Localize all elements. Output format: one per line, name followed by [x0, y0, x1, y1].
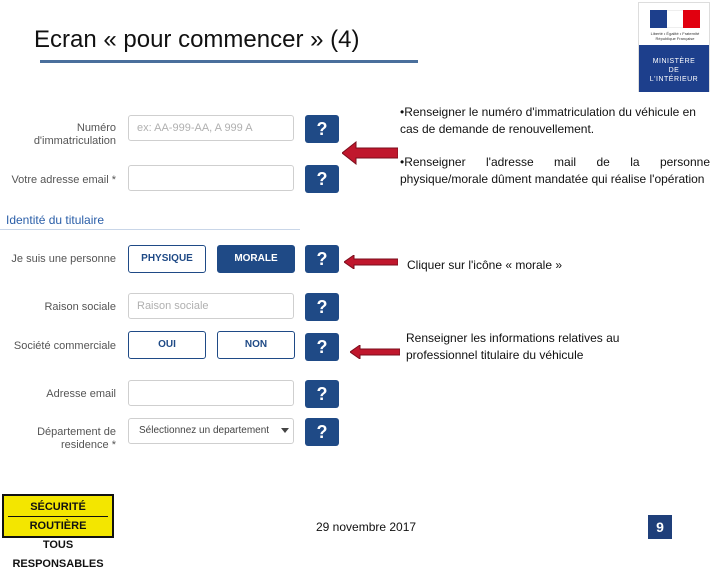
adresse-input[interactable] [128, 380, 294, 406]
flag-icon [650, 10, 701, 28]
non-button[interactable]: NON [217, 331, 295, 359]
arrow-left-icon [342, 141, 398, 165]
section-divider [0, 229, 300, 230]
arrow-left-icon [350, 345, 400, 359]
note-numero: •Renseigner le numéro d'immatriculation … [400, 105, 696, 136]
section-title: Identité du titulaire [6, 213, 105, 227]
departement-select[interactable]: Sélectionnez un departement [128, 418, 294, 444]
help-departement-button[interactable]: ? [305, 418, 339, 446]
logo-line-2: DE [668, 67, 680, 74]
logo-line-3: L'INTÉRIEUR [649, 76, 699, 83]
page-number: 9 [648, 515, 672, 539]
badge-divider [8, 516, 108, 517]
securite-routiere-badge: SÉCURITÉ ROUTIÈRE TOUS RESPONSABLES [2, 494, 114, 570]
slide-title: Ecran « pour commencer » (4) [34, 26, 360, 53]
raison-input[interactable] [128, 293, 294, 319]
help-adresse-button[interactable]: ? [305, 380, 339, 408]
note-email: •Renseigner l'adresse mail de la personn… [400, 155, 710, 186]
chevron-down-icon [281, 428, 289, 433]
raison-label: Raison sociale [44, 301, 116, 313]
note-morale: Cliquer sur l'icône « morale » [407, 258, 563, 272]
personne-label: Je suis une personne [11, 253, 116, 265]
arrow-left-icon [344, 255, 398, 269]
title-underline [40, 60, 418, 63]
email-input[interactable] [128, 165, 294, 191]
footer-date: 29 novembre 2017 [316, 520, 417, 534]
help-personne-button[interactable]: ? [305, 245, 339, 273]
help-numero-button[interactable]: ? [305, 115, 339, 143]
help-email-button[interactable]: ? [305, 165, 339, 193]
morale-button[interactable]: MORALE [217, 245, 295, 273]
departement-label: Département de residence * [37, 426, 116, 451]
numero-input[interactable] [128, 115, 294, 141]
adresse-label: Adresse email [46, 388, 116, 400]
logo-motto: Liberté • Égalité • Fraternité Républiqu… [650, 31, 700, 41]
logo-ministry-box: MINISTÈRE DE L'INTÉRIEUR [639, 45, 709, 92]
oui-button[interactable]: OUI [128, 331, 206, 359]
physique-button[interactable]: PHYSIQUE [128, 245, 206, 273]
societe-label: Société commerciale [13, 340, 116, 352]
ministry-logo: Liberté • Égalité • Fraternité Républiqu… [638, 2, 710, 92]
help-societe-button[interactable]: ? [305, 333, 339, 361]
departement-value: Sélectionnez un departement [139, 425, 270, 436]
email-label: Votre adresse email * [11, 174, 116, 186]
note-professionnel: Renseigner les informations relatives au… [406, 331, 620, 362]
help-raison-button[interactable]: ? [305, 293, 339, 321]
logo-line-1: MINISTÈRE [652, 58, 696, 65]
numero-label: Numéro d'immatriculation [33, 122, 116, 147]
